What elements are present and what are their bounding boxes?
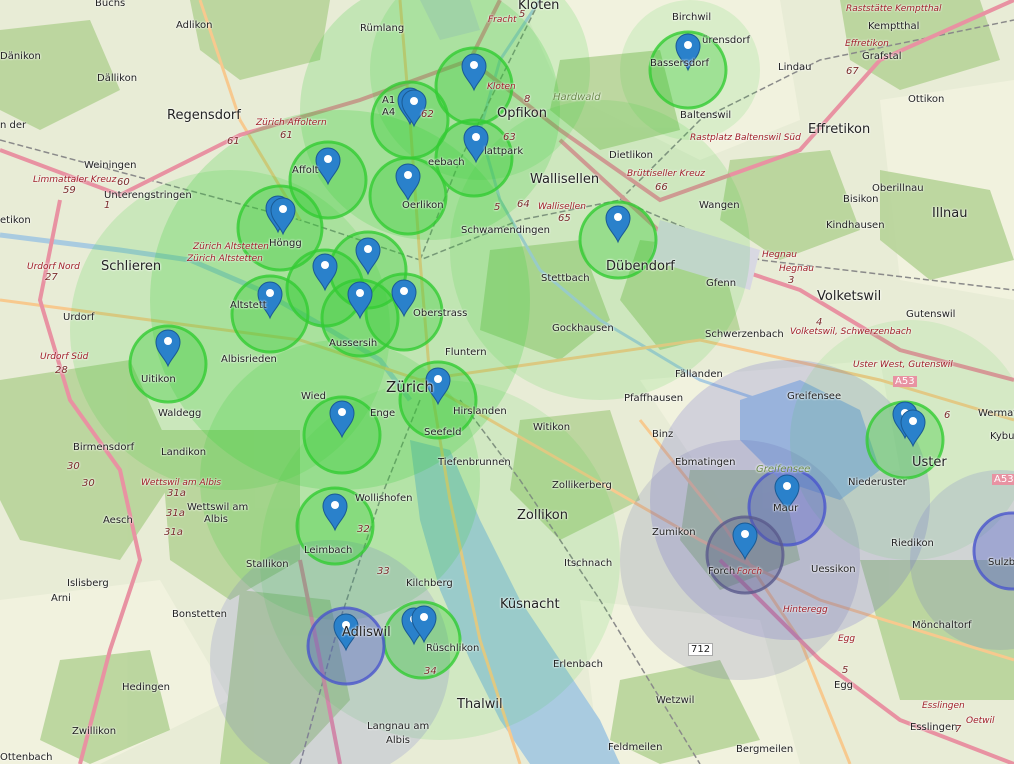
coverage-overlay xyxy=(70,0,1014,764)
map-view[interactable]: Zürich Kloten Opfikon Regensdorf Schlier… xyxy=(0,0,1014,764)
coverage-halos xyxy=(70,0,1014,764)
